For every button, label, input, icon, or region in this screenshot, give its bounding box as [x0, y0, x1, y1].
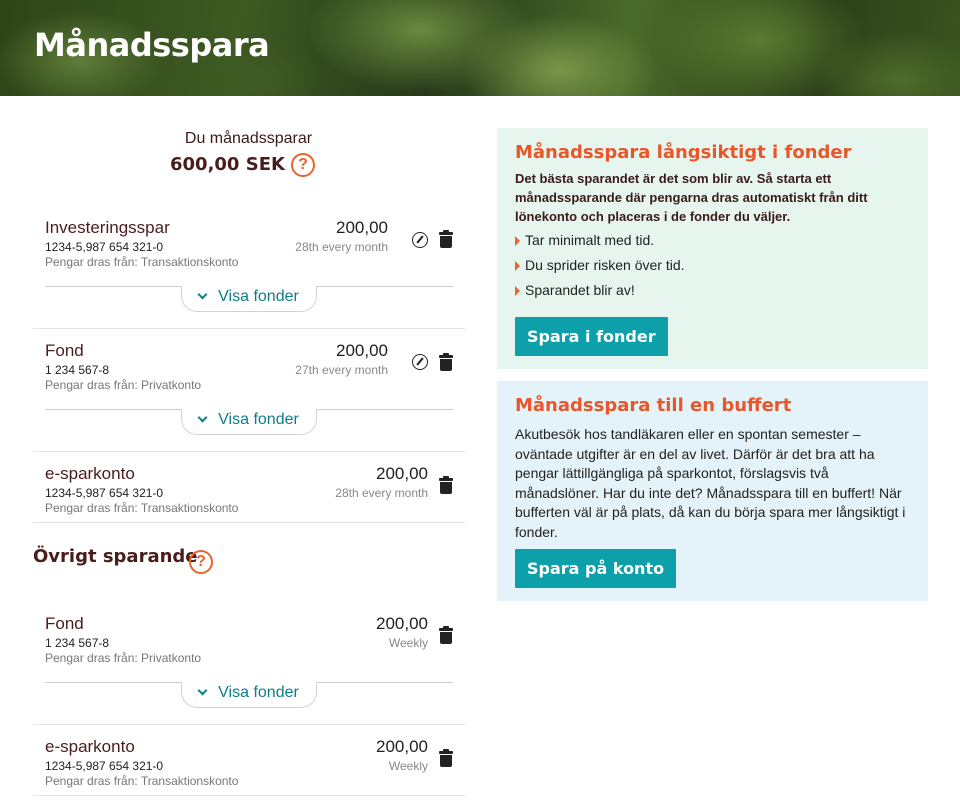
item-frequency: Weekly [388, 636, 428, 650]
item-frequency: Weekly [388, 759, 428, 773]
show-funds-button[interactable]: Visa fonder [181, 286, 317, 312]
item-amount: 200,00 [336, 341, 388, 360]
trash-icon[interactable] [439, 626, 453, 645]
trash-icon[interactable] [439, 749, 453, 768]
item-name: e-sparkonto [45, 737, 135, 756]
row-separator [33, 328, 465, 329]
item-amount: 200,00 [376, 737, 428, 756]
promo-buffer-card: Månadsspara till en buffert Akutbesök ho… [497, 381, 928, 601]
trash-icon[interactable] [439, 353, 453, 372]
item-account: 1234-5,987 654 321-0 [45, 759, 164, 773]
trash-icon[interactable] [439, 230, 453, 249]
list-item: e-sparkonto 1234-5,987 654 321-0 Pengar … [33, 464, 465, 523]
item-frequency: 28th every month [295, 240, 388, 254]
item-name: Investeringsspar [45, 218, 170, 237]
page-title: Månadsspara [34, 26, 270, 64]
promo-heading: Månadsspara till en buffert [515, 395, 792, 416]
show-funds-button[interactable]: Visa fonder [181, 409, 317, 435]
promo-body: Akutbesök hos tandläkaren eller en spont… [515, 426, 906, 540]
item-name: e-sparkonto [45, 464, 135, 483]
show-funds-button[interactable]: Visa fonder [181, 682, 317, 708]
list-item: Investeringsspar 1234-5,987 654 321-0 Pe… [33, 218, 465, 329]
summary-total: 600,00 SEK [170, 154, 285, 175]
row-separator [33, 724, 465, 725]
spara-i-fonder-button[interactable]: Spara i fonder [515, 317, 668, 356]
trash-icon[interactable] [439, 476, 453, 495]
header-banner: Månadsspara [0, 0, 960, 96]
list-item: Fond 1 234 567-8 Pengar dras från: Priva… [33, 614, 465, 725]
item-name: Fond [45, 341, 84, 360]
list-item: Fond 1 234 567-8 Pengar dras från: Priva… [33, 341, 465, 452]
edit-icon[interactable] [412, 354, 428, 370]
chevron-down-icon [197, 685, 208, 696]
section-title: Övrigt sparande [33, 546, 198, 567]
item-amount: 200,00 [376, 614, 428, 633]
item-amount: 200,00 [376, 464, 428, 483]
promo-bullet: Tar minimalt med tid. [514, 232, 655, 248]
item-account: 1234-5,987 654 321-0 [45, 486, 164, 500]
summary-label: Du månadssparar [184, 130, 313, 147]
item-source: Pengar dras från: Transaktionskonto [45, 501, 239, 515]
promo-heading: Månadsspara långsiktigt i fonder [515, 142, 852, 163]
help-icon[interactable]: ? [189, 550, 213, 574]
promo-bullet: Du sprider risken över tid. [515, 257, 685, 273]
item-account: 1 234 567-8 [45, 636, 110, 650]
edit-icon[interactable] [412, 232, 428, 248]
item-frequency: 28th every month [335, 486, 428, 500]
item-account: 1 234 567-8 [45, 363, 110, 377]
item-amount: 200,00 [336, 218, 388, 237]
item-source: Pengar dras från: Privatkonto [45, 378, 202, 392]
row-separator [33, 795, 465, 796]
promo-funds-card: Månadsspara långsiktigt i fonder Det bäs… [497, 128, 928, 369]
chevron-down-icon [197, 412, 208, 423]
item-source: Pengar dras från: Privatkonto [45, 651, 202, 665]
item-name: Fond [45, 614, 84, 633]
chevron-down-icon [197, 289, 208, 300]
item-account: 1234-5,987 654 321-0 [45, 240, 164, 254]
promo-bullet: Sparandet blir av! [515, 282, 635, 298]
spara-pa-konto-button[interactable]: Spara på konto [515, 549, 677, 588]
help-icon[interactable]: ? [291, 153, 315, 177]
row-separator [33, 451, 465, 452]
promo-lead: Det bästa sparandet är det som blir av. … [515, 171, 868, 224]
list-item: e-sparkonto 1234-5,987 654 321-0 Pengar … [33, 737, 465, 796]
item-source: Pengar dras från: Transaktionskonto [45, 255, 239, 269]
row-separator [33, 522, 465, 523]
item-frequency: 27th every month [295, 363, 388, 377]
item-source: Pengar dras från: Transaktionskonto [45, 774, 239, 788]
